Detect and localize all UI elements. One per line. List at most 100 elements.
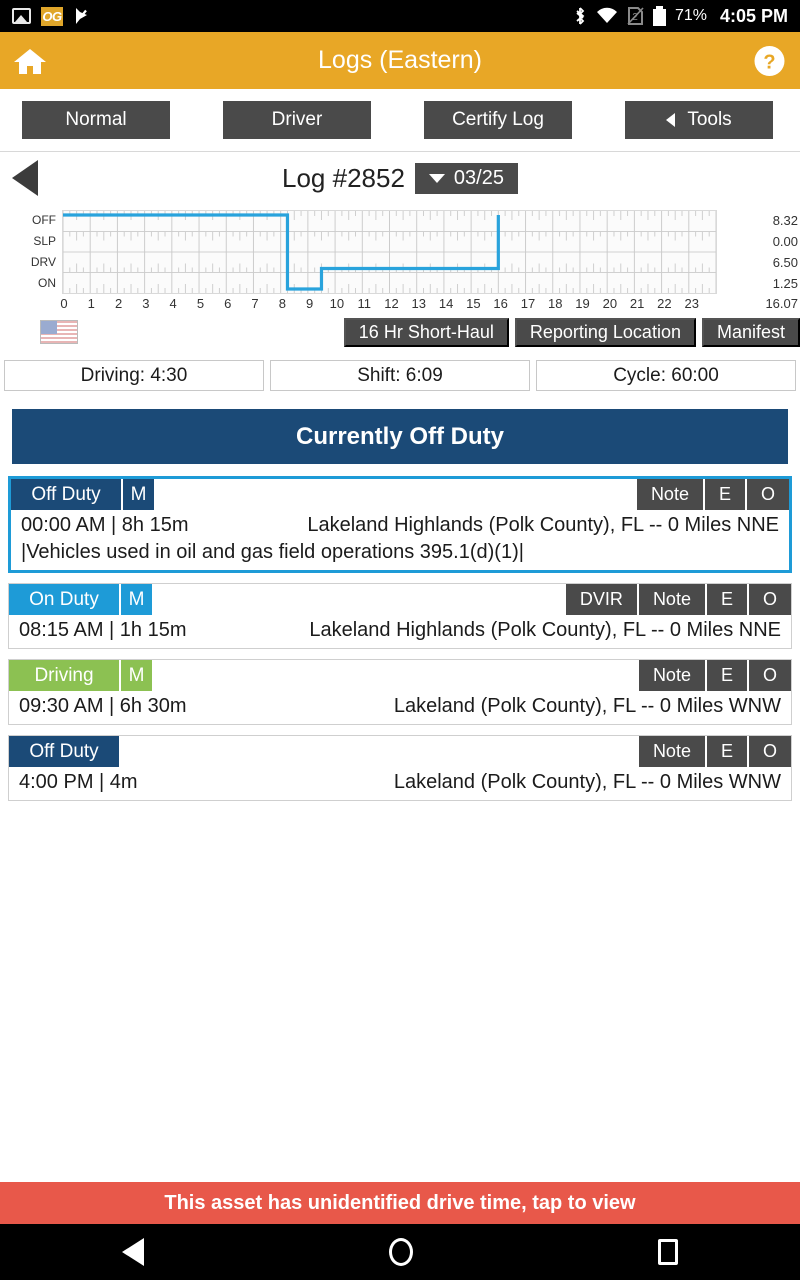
edit-button[interactable]: E: [704, 584, 747, 615]
log-entry[interactable]: Driving M Note E O 09:30 AM | 6h 30m Lakel…: [8, 659, 792, 725]
note-button[interactable]: Note: [636, 736, 705, 767]
date-selector[interactable]: 03/25: [414, 162, 518, 194]
svg-text:?: ?: [763, 51, 775, 73]
log-entry-body: 00:00 AM | 8h 15m Lakeland Highlands (Po…: [11, 510, 789, 570]
cycle-clock[interactable]: Cycle: 60:00: [536, 360, 796, 391]
graph-x-tick-10: 10: [329, 296, 345, 311]
log-entry-summary: 4:00 PM | 4m Lakeland (Polk County), FL …: [19, 771, 781, 794]
reporting-location-button[interactable]: Reporting Location: [514, 317, 696, 347]
graph-row-label-drv: DRV: [30, 255, 56, 269]
graph-x-tick-19: 19: [575, 296, 590, 311]
flag-check-icon: [73, 6, 93, 26]
log-entry-location: Lakeland Highlands (Polk County), FL -- …: [309, 619, 781, 641]
driving-clock[interactable]: Driving: 4:30: [4, 360, 264, 391]
log-entry-summary: 08:15 AM | 1h 15m Lakeland Highlands (Po…: [19, 619, 781, 642]
short-haul-button[interactable]: 16 Hr Short-Haul: [343, 317, 509, 347]
og-app-icon: OG: [41, 6, 63, 26]
app-bar: Logs (Eastern) ?: [0, 32, 800, 89]
page-title: Logs (Eastern): [318, 46, 482, 74]
graph-x-tick-13: 13: [411, 296, 427, 311]
graph-row-labels: OFF SLP DRV ON: [2, 210, 58, 294]
nav-back-icon[interactable]: [122, 1238, 145, 1266]
status-bar-clock: 4:05 PM: [719, 5, 788, 26]
log-entry-body: 09:30 AM | 6h 30m Lakeland (Polk County)…: [9, 691, 791, 724]
graph-x-tick-20: 20: [602, 296, 618, 311]
tab-driver[interactable]: Driver: [223, 101, 371, 139]
graph-x-tick-3: 3: [142, 296, 150, 311]
date-selector-label: 03/25: [453, 166, 504, 189]
log-entry-note: |Vehicles used in oil and gas field oper…: [21, 541, 524, 563]
triangle-left-icon: [666, 113, 676, 127]
graph-total-slp: 0.00: [772, 234, 798, 249]
edit-button[interactable]: E: [702, 479, 745, 510]
origin-button[interactable]: O: [746, 584, 791, 615]
note-button[interactable]: Note: [636, 660, 705, 691]
graph-x-tick-1: 1: [87, 296, 95, 311]
help-icon[interactable]: ?: [753, 44, 786, 77]
status-bar-notification-icons: OG: [12, 6, 93, 26]
note-button[interactable]: Note: [634, 479, 703, 510]
origin-button[interactable]: O: [746, 660, 791, 691]
graph-x-tick-6: 6: [224, 296, 232, 311]
log-entry-summary: 09:30 AM | 6h 30m Lakeland (Polk County)…: [19, 695, 781, 718]
dvir-button[interactable]: DVIR: [563, 584, 637, 615]
tab-tools[interactable]: Tools: [625, 101, 773, 139]
photo-icon: [12, 8, 31, 24]
unidentified-drive-time-banner[interactable]: This asset has unidentified drive time, …: [0, 1182, 800, 1224]
graph-total-off: 8.32: [772, 213, 798, 228]
graph-grand-total: 16.07: [765, 296, 798, 311]
graph-total-on: 1.25: [772, 276, 798, 291]
android-nav-bar: [0, 1224, 800, 1280]
graph-x-tick-5: 5: [196, 296, 205, 311]
tab-normal[interactable]: Normal: [22, 101, 170, 139]
log-entry[interactable]: On Duty M DVIR Note E O 08:15 AM | 1h 15m L…: [8, 583, 792, 649]
log-entry-header: Off Duty M Note E O: [11, 479, 789, 510]
android-status-bar: OG 2 71% 4:05 PM: [0, 0, 800, 32]
manifest-button[interactable]: Manifest: [701, 317, 800, 347]
log-entry-header: Off Duty Note E O: [9, 736, 791, 767]
graph-x-axis-labels: 0 1 2 3 4 5 6 7 8 9 10 11 12 13 14 15 16 17 18 19 20 21 22 23: [60, 296, 717, 312]
graph-x-tick-12: 12: [384, 296, 399, 311]
battery-percent: 71%: [674, 7, 707, 24]
log-entry[interactable]: Off Duty M Note E O 00:00 AM | 8h 15m Lake…: [8, 476, 792, 573]
tab-certify-log[interactable]: Certify Log: [424, 101, 572, 139]
graph-x-tick-7: 7: [251, 296, 259, 311]
graph-row-label-off: OFF: [32, 213, 56, 227]
graph-total-drv: 6.50: [772, 255, 798, 270]
log-entry-location: Lakeland (Polk County), FL -- 0 Miles WN…: [393, 695, 781, 717]
back-arrow-icon[interactable]: [12, 160, 38, 196]
shift-clock[interactable]: Shift: 6:09: [270, 360, 530, 391]
log-entry[interactable]: Off Duty Note E O 4:00 PM | 4m Lakeland (P…: [8, 735, 792, 801]
wifi-icon: [596, 7, 618, 25]
manual-entry-tag: M: [119, 660, 152, 691]
note-button[interactable]: Note: [636, 584, 705, 615]
nav-recent-icon[interactable]: [657, 1239, 678, 1265]
bluetooth-icon: [573, 6, 587, 26]
home-icon[interactable]: [12, 46, 48, 76]
status-bar-system-icons: 2 71% 4:05 PM: [573, 6, 788, 27]
edit-button[interactable]: E: [704, 736, 747, 767]
graph-row-totals: 8.32 0.00 6.50 1.25 16.07: [724, 210, 798, 313]
log-entry-location: Lakeland Highlands (Polk County), FL -- …: [307, 514, 779, 536]
log-entry-summary: 00:00 AM | 8h 15m Lakeland Highlands (Po…: [21, 514, 779, 537]
duty-status-badge: Driving: [9, 660, 119, 691]
graph-x-tick-4: 4: [169, 296, 177, 311]
tab-normal-label: Normal: [65, 109, 127, 130]
graph-x-tick-21: 21: [629, 296, 645, 311]
manual-entry-tag: M: [121, 479, 154, 510]
graph-x-tick-16: 16: [493, 296, 508, 311]
edit-button[interactable]: E: [704, 660, 747, 691]
battery-icon: [652, 6, 666, 26]
origin-button[interactable]: O: [746, 736, 791, 767]
log-number: Log #2852: [282, 162, 405, 193]
current-status-banner[interactable]: Currently Off Duty: [12, 409, 788, 464]
graph-row-label-on: ON: [38, 276, 56, 290]
graph-x-tick-15: 15: [466, 296, 481, 311]
graph-x-tick-8: 8: [278, 296, 286, 311]
nav-home-icon[interactable]: [388, 1238, 413, 1266]
log-entry-list: Off Duty M Note E O 00:00 AM | 8h 15m Lake…: [0, 464, 800, 801]
duty-status-graph[interactable]: OFF SLP DRV ON 8.32 0.00 6.50 1.25 16.07…: [0, 210, 800, 313]
origin-button[interactable]: O: [744, 479, 789, 510]
